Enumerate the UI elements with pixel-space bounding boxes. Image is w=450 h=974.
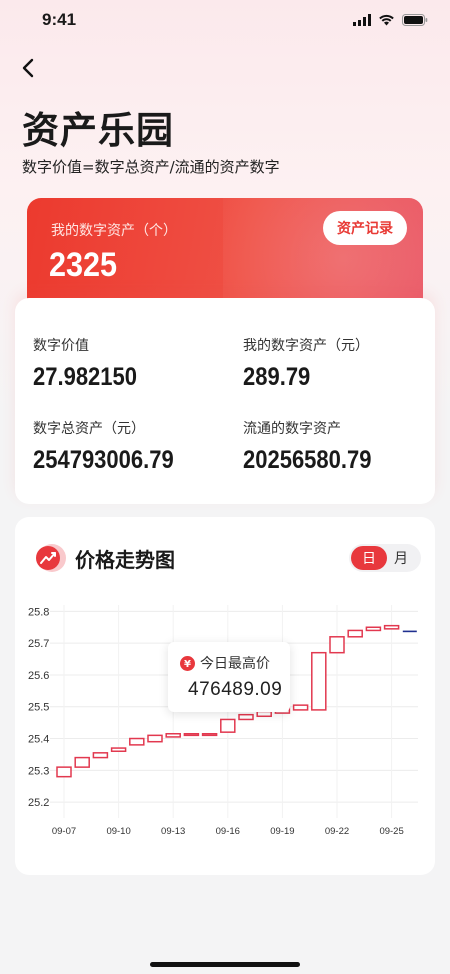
candle xyxy=(92,752,109,759)
candle xyxy=(183,733,200,737)
x-tick-label: 09-10 xyxy=(106,826,130,837)
y-tick-label: 25.4 xyxy=(28,734,49,746)
candle xyxy=(329,636,345,654)
candlestick-chart: 25.2 25.3 25.4 25.5 25.6 25.7 25.8 09-07 09-10 09… xyxy=(28,605,418,837)
y-tick-label: 25.7 xyxy=(28,638,49,650)
y-tick-label: 25.8 xyxy=(28,606,49,618)
price-tooltip: ¥ 今日最高价 476489.09 xyxy=(168,642,290,712)
y-tick-label: 25.6 xyxy=(28,670,49,682)
candle xyxy=(238,713,254,721)
x-tick-label: 09-25 xyxy=(379,826,403,837)
candle xyxy=(56,766,72,778)
candle xyxy=(292,704,309,711)
yuan-icon: ¥ xyxy=(180,655,195,671)
candle xyxy=(383,624,400,630)
svg-text:¥: ¥ xyxy=(184,659,191,670)
tooltip-value: 476489.09 xyxy=(188,679,283,700)
y-tick-label: 25.3 xyxy=(28,765,49,777)
x-tick-label: 09-19 xyxy=(270,826,294,837)
candle xyxy=(311,651,327,711)
candle xyxy=(220,718,236,733)
y-tick-label: 25.2 xyxy=(28,797,49,809)
x-tick-label: 09-13 xyxy=(161,826,185,837)
candle xyxy=(147,734,163,743)
candle xyxy=(365,626,382,632)
home-indicator xyxy=(150,962,300,967)
candle xyxy=(347,629,363,638)
tooltip-header: ¥ 今日最高价 xyxy=(180,653,270,673)
candle xyxy=(74,756,90,768)
candle xyxy=(201,733,218,737)
candle xyxy=(165,733,181,738)
candle xyxy=(110,747,127,752)
y-tick-label: 25.5 xyxy=(28,702,49,714)
x-tick-label: 09-22 xyxy=(325,826,349,837)
candle xyxy=(129,737,145,746)
tooltip-label: 今日最高价 xyxy=(200,656,270,672)
x-tick-label: 09-16 xyxy=(216,826,240,837)
candle xyxy=(256,710,272,718)
x-tick-label: 09-07 xyxy=(52,826,76,837)
